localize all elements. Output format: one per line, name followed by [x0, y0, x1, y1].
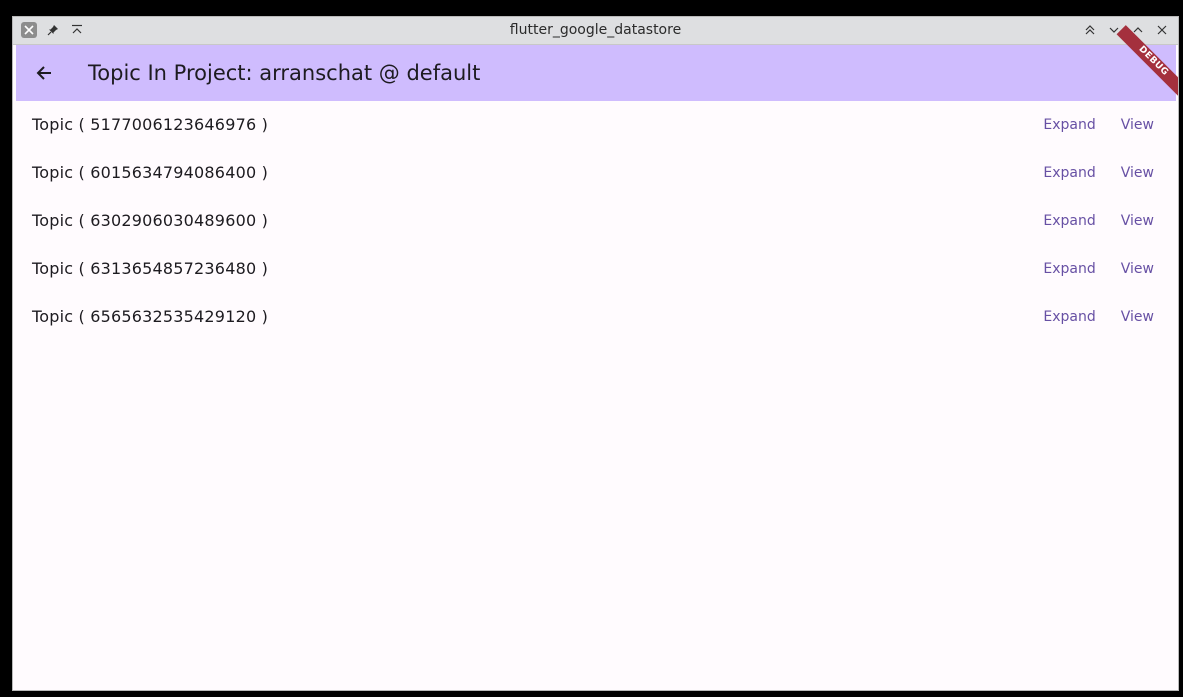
view-button[interactable]: View: [1109, 251, 1166, 287]
view-button[interactable]: View: [1109, 299, 1166, 335]
window-title: flutter_google_datastore: [509, 22, 682, 38]
row-actions: Expand View: [1031, 203, 1166, 239]
page-title: Topic In Project: arranschat @ default: [88, 61, 481, 85]
window-titlebar[interactable]: flutter_google_datastore: [13, 17, 1178, 45]
view-button[interactable]: View: [1109, 155, 1166, 191]
expand-button[interactable]: Expand: [1031, 299, 1107, 335]
list-item: Topic ( 6302906030489600 ) Expand View: [16, 197, 1176, 245]
topic-label: Topic ( 5177006123646976 ): [32, 115, 269, 134]
expand-button[interactable]: Expand: [1031, 155, 1107, 191]
list-item: Topic ( 6015634794086400 ) Expand View: [16, 149, 1176, 197]
topic-label: Topic ( 6302906030489600 ): [32, 211, 269, 230]
list-item: Topic ( 6565632535429120 ) Expand View: [16, 293, 1176, 341]
list-item: Topic ( 6313654857236480 ) Expand View: [16, 245, 1176, 293]
topic-label: Topic ( 6313654857236480 ): [32, 259, 269, 278]
close-icon[interactable]: [1154, 22, 1170, 38]
back-arrow-icon[interactable]: [32, 61, 56, 85]
app-window: flutter_google_datastore Topic In Projec…: [12, 16, 1179, 691]
expand-button[interactable]: Expand: [1031, 251, 1107, 287]
expand-button[interactable]: Expand: [1031, 107, 1107, 143]
topic-label: Topic ( 6015634794086400 ): [32, 163, 269, 182]
list-item: Topic ( 5177006123646976 ) Expand View: [16, 101, 1176, 149]
topic-label: Topic ( 6565632535429120 ): [32, 307, 269, 326]
row-actions: Expand View: [1031, 155, 1166, 191]
app-bar: Topic In Project: arranschat @ default D…: [16, 25, 1178, 101]
view-button[interactable]: View: [1109, 107, 1166, 143]
shade-icon[interactable]: [1082, 22, 1098, 38]
expand-button[interactable]: Expand: [1031, 203, 1107, 239]
row-actions: Expand View: [1031, 251, 1166, 287]
row-actions: Expand View: [1031, 299, 1166, 335]
view-button[interactable]: View: [1109, 203, 1166, 239]
topic-list: Topic ( 5177006123646976 ) Expand View T…: [16, 101, 1176, 341]
row-actions: Expand View: [1031, 107, 1166, 143]
